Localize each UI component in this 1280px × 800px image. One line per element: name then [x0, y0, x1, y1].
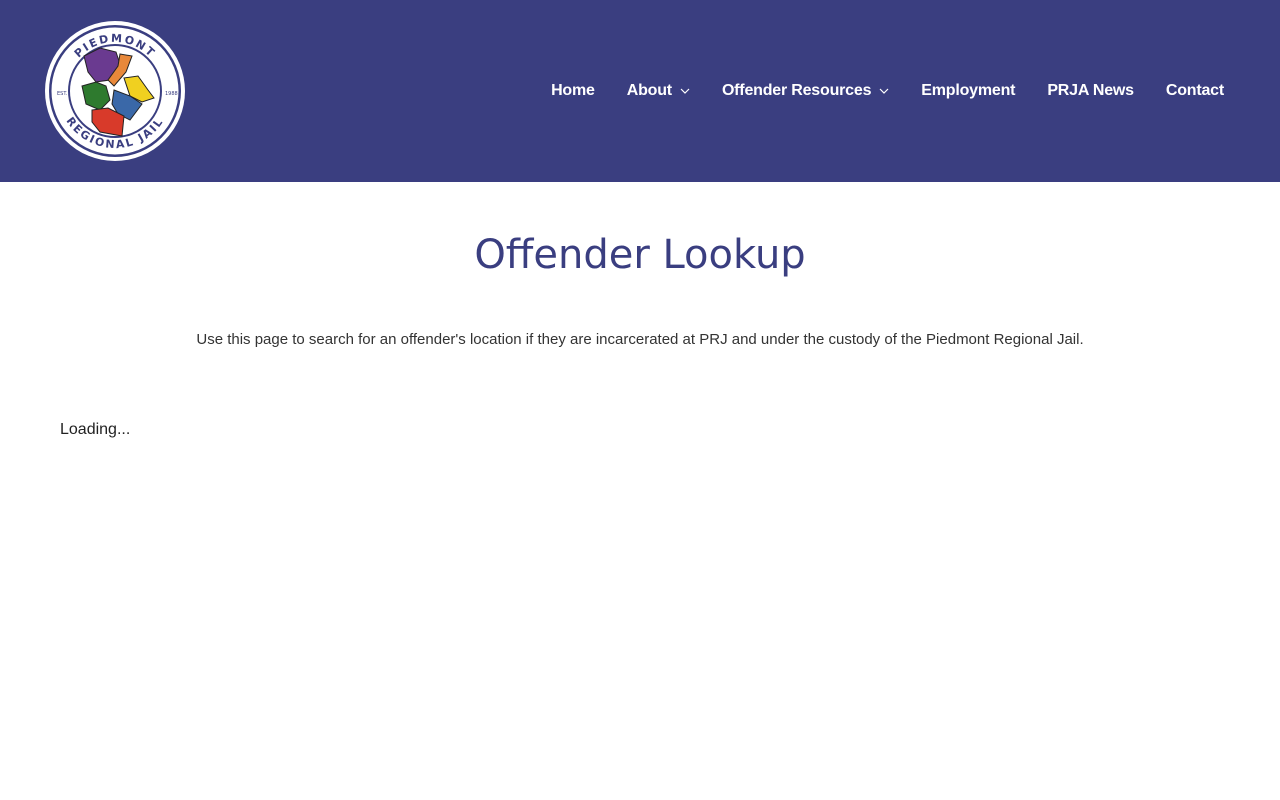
chevron-down-icon [879, 86, 889, 96]
nav-item-label: PRJA News [1047, 82, 1134, 99]
logo-est-text: EST. [57, 91, 68, 97]
nav-item-prja-news[interactable]: PRJA News [1031, 72, 1150, 110]
nav-item-employment[interactable]: Employment [905, 72, 1031, 110]
page-title: Offender Lookup [474, 232, 806, 278]
nav-item-label: Home [551, 82, 595, 99]
site-header: PIEDMONT REGIONAL JAIL EST. 1988 Home Ab… [0, 0, 1280, 182]
nav-item-home[interactable]: Home [535, 72, 611, 110]
nav-item-contact[interactable]: Contact [1150, 72, 1240, 110]
chevron-down-icon [680, 86, 690, 96]
seal-icon: PIEDMONT REGIONAL JAIL EST. 1988 [45, 21, 185, 161]
nav-item-about[interactable]: About [611, 72, 706, 110]
piedmont-regional-jail-logo[interactable]: PIEDMONT REGIONAL JAIL EST. 1988 [44, 20, 186, 162]
loading-indicator-text: Loading... [60, 421, 131, 438]
nav-item-label: About [626, 82, 672, 99]
nav-item-offender-resources[interactable]: Offender Resources [706, 72, 905, 110]
main-navigation: Home About Offender Resources Employment… [535, 72, 1240, 110]
nav-item-label: Employment [921, 82, 1016, 99]
nav-item-label: Contact [1165, 82, 1224, 99]
page-intro-text: Use this page to search for an offender'… [196, 331, 1084, 348]
nav-item-label: Offender Resources [721, 82, 872, 99]
logo-year-text: 1988 [165, 91, 178, 97]
